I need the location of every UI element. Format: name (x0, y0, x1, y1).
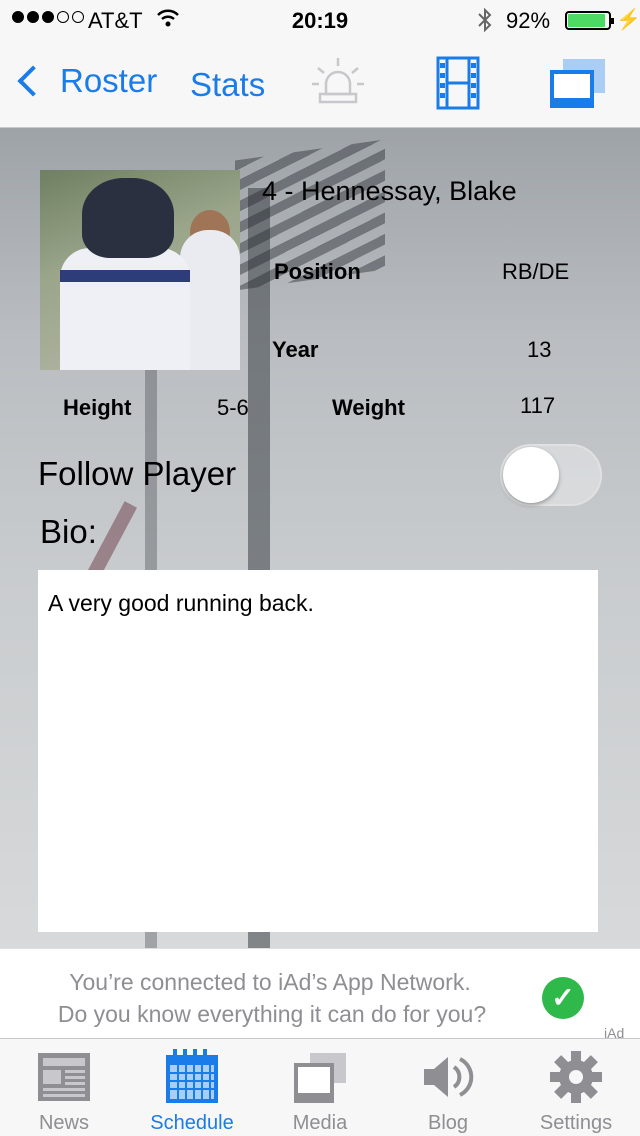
tab-schedule[interactable]: Schedule (128, 1039, 256, 1136)
back-button[interactable]: Roster (14, 62, 157, 100)
height-value: 5-6 (217, 395, 249, 420)
tab-news-label: News (38, 1112, 89, 1134)
battery-icon (565, 11, 614, 30)
speaker-icon (420, 1049, 476, 1105)
bluetooth-icon (476, 7, 494, 39)
tab-media[interactable]: Media (256, 1039, 384, 1136)
follow-player-label: Follow Player (38, 455, 237, 492)
tab-settings[interactable]: Settings (512, 1039, 640, 1136)
bio-text-area[interactable]: A very good running back. (38, 570, 598, 932)
bio-label: Bio: (40, 513, 97, 550)
tab-news[interactable]: News (0, 1039, 128, 1136)
ad-line-1: You’re connected to iAd’s App Network. (69, 969, 471, 995)
toggle-knob (503, 447, 559, 503)
screen-icon[interactable] (548, 56, 608, 112)
position-label: Position (274, 259, 361, 284)
media-icon (292, 1049, 348, 1105)
tab-media-label: Media (292, 1112, 348, 1134)
back-button-label: Roster (60, 62, 158, 99)
player-name: 4 - Hennessay, Blake (262, 176, 517, 206)
tab-blog-label: Blog (427, 1112, 469, 1134)
tab-settings-label: Settings (539, 1112, 613, 1134)
player-photo (40, 170, 240, 370)
ad-line-2: Do you know everything it can do for you… (57, 1001, 487, 1027)
weight-value: 117 (520, 393, 556, 418)
calendar-icon (164, 1049, 220, 1105)
status-bar: AT&T 20:19 92% ⚡ (0, 0, 640, 40)
tab-schedule-label: Schedule (150, 1112, 234, 1134)
film-icon[interactable] (436, 56, 480, 110)
year-label: Year (272, 337, 319, 362)
tab-blog[interactable]: Blog (384, 1039, 512, 1136)
navigation-bar: Roster Stats (0, 40, 640, 128)
battery-percentage: 92% (506, 8, 551, 33)
year-value: 13 (527, 337, 552, 362)
gear-icon (548, 1049, 604, 1105)
follow-player-toggle[interactable] (500, 444, 602, 506)
checkmark-icon[interactable]: ✓ (542, 977, 584, 1019)
newspaper-icon (36, 1049, 92, 1105)
siren-icon[interactable] (310, 54, 366, 110)
chevron-left-icon (17, 65, 49, 97)
stats-button[interactable]: Stats (190, 66, 265, 104)
position-value: RB/DE (502, 259, 570, 284)
charging-icon: ⚡ (616, 9, 640, 31)
tab-bar: News Schedule Media Blog Settings (0, 1038, 640, 1136)
height-label: Height (63, 395, 132, 420)
weight-label: Weight (332, 395, 405, 420)
iad-banner[interactable]: You’re connected to iAd’s App Network. D… (0, 948, 640, 1041)
